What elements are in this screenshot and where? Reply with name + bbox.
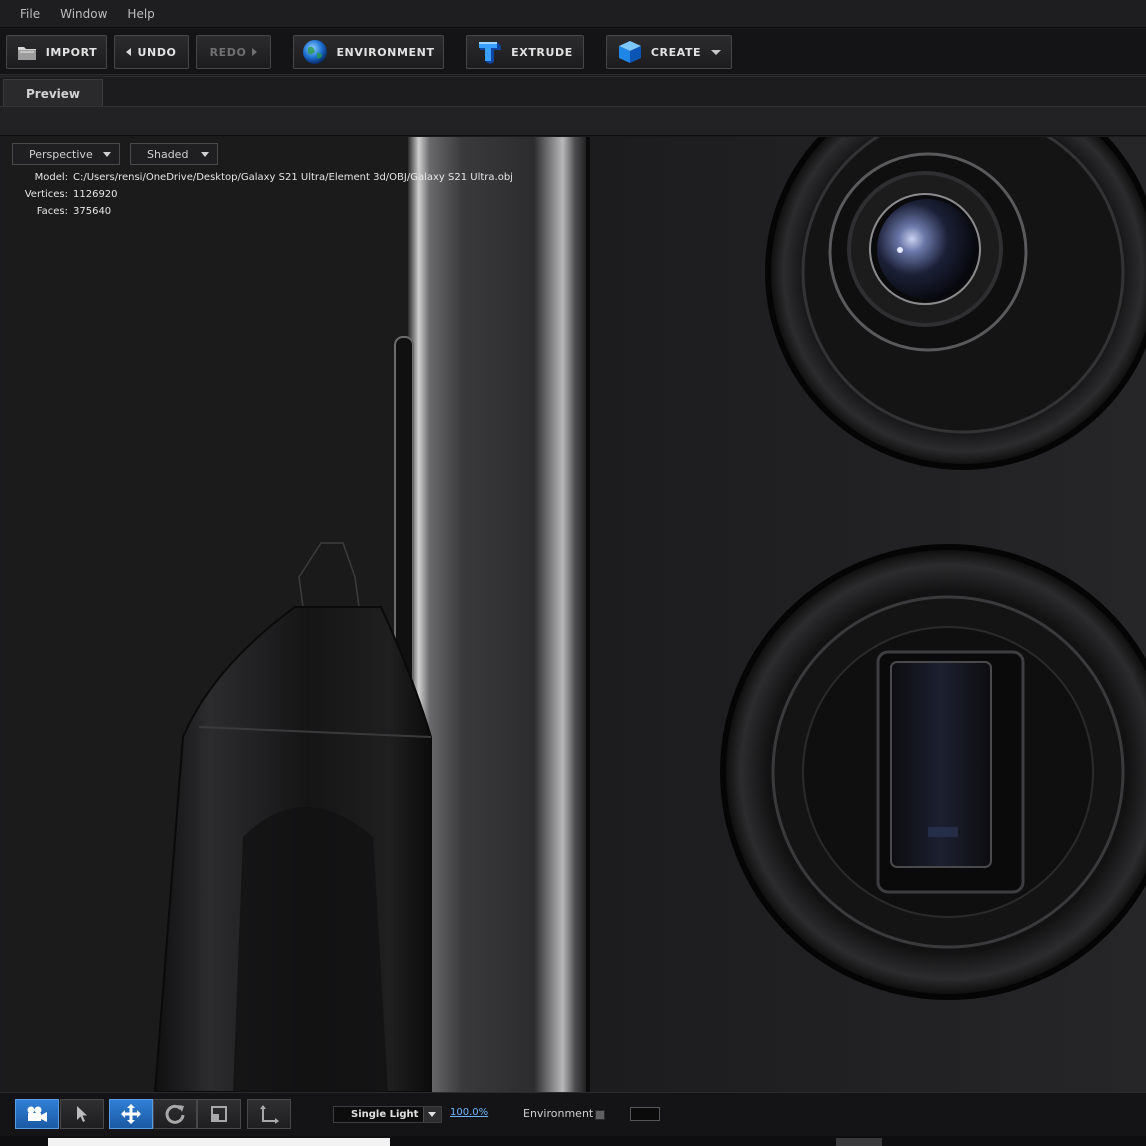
menu-file[interactable]: File — [10, 0, 50, 28]
toolbar: IMPORT UNDO REDO ENVIRONMENT EXTRUDE CRE… — [0, 29, 1146, 75]
taskbar-app[interactable] — [836, 1138, 882, 1146]
undo-label: UNDO — [137, 45, 177, 59]
model-path: C:/Users/rensi/OneDrive/Desktop/Galaxy S… — [73, 172, 513, 183]
rotate-icon — [165, 1104, 185, 1124]
zoom-level-link[interactable]: 100.0% — [450, 1107, 488, 1118]
environment-checkbox[interactable] — [595, 1110, 605, 1120]
tab-preview[interactable]: Preview — [3, 79, 103, 107]
arrow-left-icon — [126, 48, 132, 56]
folder-icon — [17, 47, 36, 60]
camera-mode-value: Perspective — [29, 147, 93, 161]
chevron-down-icon — [103, 152, 111, 157]
camera-mode-dropdown[interactable]: Perspective — [12, 143, 120, 165]
background-color-swatch[interactable] — [630, 1107, 660, 1121]
cube-icon — [618, 41, 641, 63]
import-label: IMPORT — [45, 45, 98, 59]
os-taskbar — [0, 1136, 1146, 1146]
create-button[interactable]: CREATE — [606, 35, 732, 69]
create-label: CREATE — [650, 45, 702, 59]
menu-window[interactable]: Window — [50, 0, 117, 28]
extrude-label: EXTRUDE — [511, 45, 573, 59]
redo-label: REDO — [209, 45, 247, 59]
shading-mode-dropdown[interactable]: Shaded — [130, 143, 218, 165]
select-tool-button[interactable] — [60, 1099, 104, 1129]
move-tool-button[interactable] — [109, 1099, 153, 1129]
globe-icon — [303, 40, 328, 64]
light-mode-select[interactable]: Single Light — [333, 1106, 442, 1123]
viewport-header — [0, 106, 1146, 136]
axis-icon — [260, 1105, 279, 1124]
chevron-down-icon — [428, 1112, 436, 1117]
axis-tool-button[interactable] — [247, 1099, 291, 1129]
environment-label: ENVIRONMENT — [336, 45, 435, 59]
tab-bar: Preview — [0, 76, 1146, 107]
import-button[interactable]: IMPORT — [6, 35, 107, 69]
faces-info: Faces: 375640 — [3, 206, 111, 217]
rotate-tool-button[interactable] — [153, 1099, 197, 1129]
chevron-down-icon — [711, 49, 722, 55]
model-label: Model: — [34, 172, 68, 183]
faces-count: 375640 — [73, 206, 112, 217]
scale-box-icon — [211, 1106, 227, 1122]
pointer-arrow-icon — [77, 1106, 87, 1122]
extrude-t-icon — [479, 42, 502, 64]
vertices-count: 1126920 — [73, 189, 118, 200]
light-mode-value: Single Light — [351, 1109, 419, 1120]
scale-tool-button[interactable] — [197, 1099, 241, 1129]
camera-tool-button[interactable] — [15, 1099, 59, 1129]
vertices-label: Vertices: — [24, 189, 68, 200]
redo-button[interactable]: REDO — [196, 35, 271, 69]
taskbar-search[interactable] — [48, 1138, 390, 1146]
menu-bar: File Window Help — [0, 0, 1146, 28]
arrow-right-icon — [252, 48, 258, 56]
video-camera-icon — [27, 1106, 47, 1122]
model-info: Model: C:/Users/rensi/OneDrive/Desktop/Ga… — [3, 172, 513, 183]
move-arrows-icon — [121, 1104, 141, 1124]
extrude-button[interactable]: EXTRUDE — [466, 35, 584, 69]
chevron-down-icon — [201, 152, 209, 157]
bottom-toolbar: Single Light 100.0% Environment — [0, 1092, 1146, 1136]
shading-mode-value: Shaded — [147, 147, 189, 161]
environment-button[interactable]: ENVIRONMENT — [293, 35, 444, 69]
environment-toggle-label: Environment — [523, 1107, 594, 1120]
undo-button[interactable]: UNDO — [114, 35, 189, 69]
menu-help[interactable]: Help — [117, 0, 164, 28]
render-scene — [3, 137, 1146, 1092]
faces-label: Faces: — [36, 206, 68, 217]
3d-viewport[interactable]: Perspective Shaded Model: C:/Users/rensi/… — [3, 137, 1146, 1092]
light-mode-arrow[interactable] — [423, 1107, 441, 1122]
vertices-info: Vertices: 1126920 — [3, 189, 118, 200]
